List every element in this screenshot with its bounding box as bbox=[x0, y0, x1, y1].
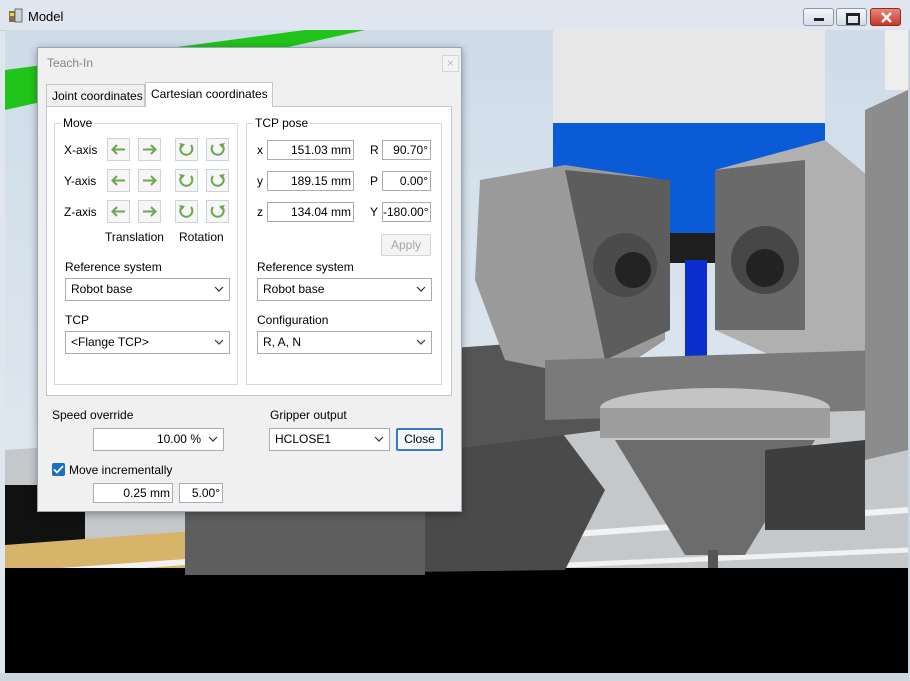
window-title: Model bbox=[28, 9, 64, 24]
y-rotate-negative-button[interactable] bbox=[175, 169, 198, 192]
x-axis-label: X-axis bbox=[64, 143, 98, 157]
dialog-title: Teach-In bbox=[47, 56, 94, 70]
tab-label: Joint coordinates bbox=[52, 89, 143, 103]
chevron-down-icon bbox=[208, 436, 218, 442]
rotate-ccw-icon bbox=[179, 174, 194, 187]
close-window-button[interactable] bbox=[870, 8, 901, 26]
chevron-down-icon bbox=[214, 339, 224, 345]
close-icon bbox=[881, 12, 892, 23]
y-label: y bbox=[257, 174, 263, 188]
p-rotation-field[interactable]: 0.00° bbox=[382, 171, 431, 191]
window-titlebar[interactable]: Model bbox=[0, 0, 910, 31]
z-label: z bbox=[257, 205, 263, 219]
chevron-down-icon bbox=[214, 286, 224, 292]
increment-angle-field[interactable]: 5.00° bbox=[179, 483, 223, 503]
speed-override-value: 10.00 % bbox=[156, 432, 201, 446]
z-translate-positive-button[interactable] bbox=[138, 200, 161, 223]
arrow-left-icon bbox=[111, 206, 125, 217]
tcp-value: <Flange TCP> bbox=[71, 335, 149, 349]
r-label: R bbox=[370, 143, 379, 157]
y-position-field[interactable]: 189.15 mm bbox=[267, 171, 354, 191]
tcp-pose-group-title: TCP pose bbox=[253, 116, 311, 130]
p-label: P bbox=[370, 174, 379, 188]
cartesian-tab-panel: Move X-axis Y-axis Z-axis Translation Ro… bbox=[46, 106, 452, 396]
maximize-button[interactable] bbox=[836, 8, 867, 26]
close-icon: × bbox=[446, 56, 454, 70]
move-incrementally-label: Move incrementally bbox=[69, 463, 173, 477]
move-incrementally-checkbox[interactable] bbox=[52, 463, 65, 476]
rotate-cw-icon bbox=[210, 143, 225, 156]
arrow-right-icon bbox=[143, 206, 157, 217]
r-rotation-field[interactable]: 90.70° bbox=[382, 140, 431, 160]
arrow-right-icon bbox=[143, 144, 157, 155]
rotate-cw-icon bbox=[210, 205, 225, 218]
teach-in-dialog: Teach-In × Joint coordinates Cartesian c… bbox=[37, 47, 462, 512]
rotate-ccw-icon bbox=[179, 205, 194, 218]
apply-button[interactable]: Apply bbox=[381, 234, 431, 256]
gripper-output-select[interactable]: HCLOSE1 bbox=[269, 428, 390, 451]
pose-reference-select[interactable]: Robot base bbox=[257, 278, 432, 301]
tab-label: Cartesian coordinates bbox=[151, 87, 268, 101]
chevron-down-icon bbox=[416, 286, 426, 292]
z-translate-negative-button[interactable] bbox=[107, 200, 130, 223]
translation-label: Translation bbox=[105, 230, 164, 244]
move-group-title: Move bbox=[61, 116, 95, 130]
model-app-icon bbox=[9, 8, 23, 23]
move-group: Move X-axis Y-axis Z-axis Translation Ro… bbox=[54, 116, 238, 385]
tcp-pose-group: TCP pose x 151.03 mm R 90.70° y 189.15 m… bbox=[246, 116, 442, 385]
yaw-rotation-field[interactable]: -180.00° bbox=[382, 202, 431, 222]
y-translate-positive-button[interactable] bbox=[138, 169, 161, 192]
move-reference-label: Reference system bbox=[65, 260, 162, 274]
configuration-label: Configuration bbox=[257, 313, 329, 327]
move-reference-select[interactable]: Robot base bbox=[65, 278, 230, 301]
minimize-icon bbox=[814, 18, 824, 21]
rotate-ccw-icon bbox=[179, 143, 194, 156]
speed-override-label: Speed override bbox=[52, 408, 134, 422]
chevron-down-icon bbox=[374, 436, 384, 442]
y-axis-label: Y-axis bbox=[64, 174, 97, 188]
arrow-left-icon bbox=[111, 144, 125, 155]
move-reference-value: Robot base bbox=[71, 282, 133, 296]
rotate-cw-icon bbox=[210, 174, 225, 187]
speed-override-select[interactable]: 10.00 % bbox=[93, 428, 224, 451]
yaw-label: Y bbox=[370, 205, 379, 219]
window-frame-bottom bbox=[0, 673, 910, 681]
chevron-down-icon bbox=[416, 339, 426, 345]
y-rotate-positive-button[interactable] bbox=[206, 169, 229, 192]
configuration-select[interactable]: R, A, N bbox=[257, 331, 432, 354]
checkmark-icon bbox=[53, 465, 64, 474]
x-position-field[interactable]: 151.03 mm bbox=[267, 140, 354, 160]
x-rotate-negative-button[interactable] bbox=[175, 138, 198, 161]
z-position-field[interactable]: 134.04 mm bbox=[267, 202, 354, 222]
maximize-icon bbox=[846, 13, 860, 25]
pose-reference-value: Robot base bbox=[263, 282, 325, 296]
arrow-right-icon bbox=[143, 175, 157, 186]
dialog-close-button[interactable]: × bbox=[442, 55, 459, 72]
x-translate-negative-button[interactable] bbox=[107, 138, 130, 161]
y-translate-negative-button[interactable] bbox=[107, 169, 130, 192]
z-rotate-negative-button[interactable] bbox=[175, 200, 198, 223]
x-translate-positive-button[interactable] bbox=[138, 138, 161, 161]
z-rotate-positive-button[interactable] bbox=[206, 200, 229, 223]
gripper-output-label: Gripper output bbox=[270, 408, 347, 422]
rotation-label: Rotation bbox=[179, 230, 224, 244]
tcp-select[interactable]: <Flange TCP> bbox=[65, 331, 230, 354]
tab-joint-coordinates[interactable]: Joint coordinates bbox=[46, 84, 145, 106]
tcp-label: TCP bbox=[65, 313, 89, 327]
configuration-value: R, A, N bbox=[263, 335, 302, 349]
pose-reference-label: Reference system bbox=[257, 260, 354, 274]
increment-distance-field[interactable]: 0.25 mm bbox=[93, 483, 173, 503]
z-axis-label: Z-axis bbox=[64, 205, 97, 219]
x-rotate-positive-button[interactable] bbox=[206, 138, 229, 161]
arrow-left-icon bbox=[111, 175, 125, 186]
tab-cartesian-coordinates[interactable]: Cartesian coordinates bbox=[145, 82, 273, 107]
x-label: x bbox=[257, 143, 263, 157]
gripper-close-button[interactable]: Close bbox=[396, 428, 443, 451]
gripper-output-value: HCLOSE1 bbox=[275, 432, 332, 446]
minimize-button[interactable] bbox=[803, 8, 834, 26]
